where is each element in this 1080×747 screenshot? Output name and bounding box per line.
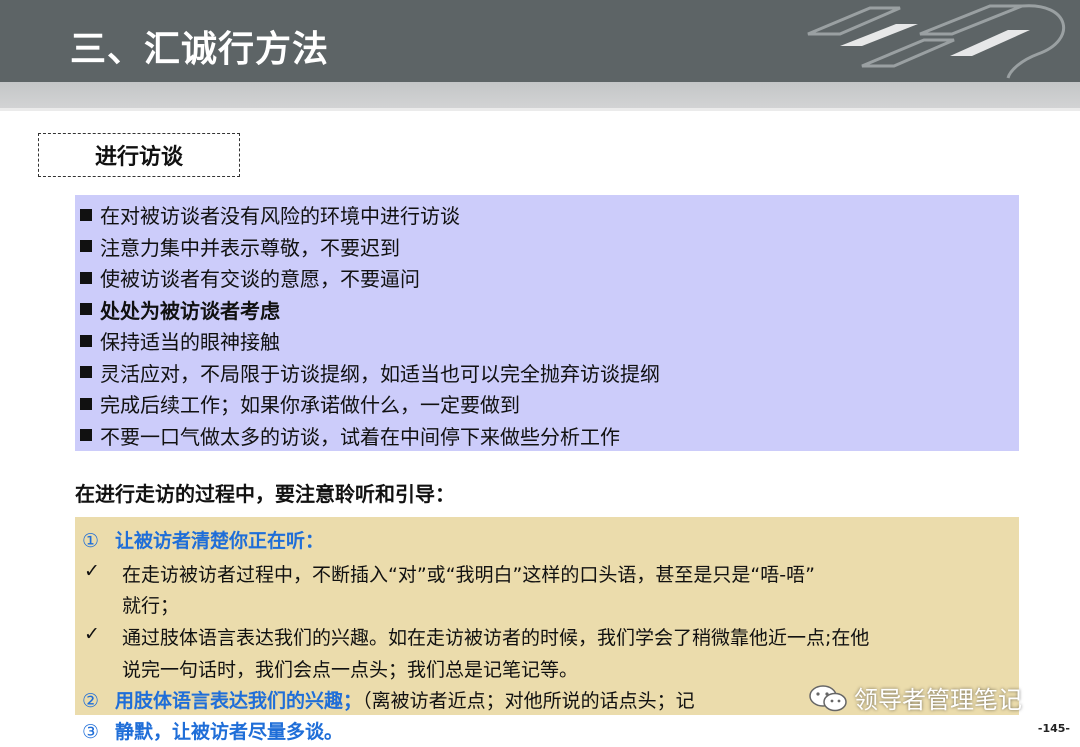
square-bullet-icon xyxy=(80,208,92,221)
square-bullet-icon xyxy=(80,334,92,347)
company-logo-mark xyxy=(807,4,1066,79)
header-divider xyxy=(0,108,1080,111)
check-icon: ✓ xyxy=(84,623,100,645)
square-bullet-icon xyxy=(80,366,92,379)
tip-item: 保持适当的眼神接触 xyxy=(80,325,1019,357)
tip-text: 完成后续工作；如果你承诺做什么，一定要做到 xyxy=(100,393,520,418)
watermark: 领导者管理笔记 xyxy=(808,680,1022,715)
listen-point-3-label: 静默，让被访者尽量多谈。 xyxy=(115,721,344,743)
circled-number-2: ② xyxy=(82,690,100,712)
tip-item: 不要一口气做太多的访谈，试着在中间停下来做些分析工作 xyxy=(80,420,1019,452)
listening-subheading: 在进行走访的过程中，要注意聆听和引导： xyxy=(75,482,455,506)
page-number: -145- xyxy=(1037,722,1070,735)
square-bullet-icon xyxy=(80,429,92,442)
listen-point-2: ② 用肢体语言表达我们的兴趣；（离被访者近点；对他所说的话点头；记 xyxy=(82,686,695,713)
tip-text: 处处为被访谈者考虑 xyxy=(100,298,280,323)
tip-text: 保持适当的眼神接触 xyxy=(100,330,280,355)
tip-item: 处处为被访谈者考虑 xyxy=(80,294,1019,326)
tip-item: 注意力集中并表示尊敬，不要迟到 xyxy=(80,231,1019,263)
interview-tips-panel: 在对被访谈者没有风险的环境中进行访谈 注意力集中并表示尊敬，不要迟到 使被访谈者… xyxy=(75,195,1019,451)
tip-item: 使被访谈者有交谈的意愿，不要逼问 xyxy=(80,262,1019,294)
page-title: 三、汇诚行方法 xyxy=(70,29,330,70)
tip-text: 在对被访谈者没有风险的环境中进行访谈 xyxy=(100,204,460,229)
square-bullet-icon xyxy=(80,240,92,253)
tip-text: 灵活应对，不局限于访谈提纲，如适当也可以完全抛弃访谈提纲 xyxy=(100,361,660,386)
tip-item: 完成后续工作；如果你承诺做什么，一定要做到 xyxy=(80,388,1019,420)
square-bullet-icon xyxy=(80,271,92,284)
section-title-box: 进行访谈 xyxy=(38,133,240,177)
listen-point-1-label: 让被访者清楚你正在听： xyxy=(115,530,325,552)
header-stripe xyxy=(0,82,1080,108)
section-title: 进行访谈 xyxy=(94,145,183,170)
tip-text: 使被访谈者有交谈的意愿，不要逼问 xyxy=(100,267,420,292)
circled-number-3: ③ xyxy=(82,721,100,743)
tip-text: 不要一口气做太多的访谈，试着在中间停下来做些分析工作 xyxy=(100,424,620,449)
wechat-icon xyxy=(809,684,847,711)
listen-point-1: ① 让被访者清楚你正在听： xyxy=(82,526,324,553)
square-bullet-icon xyxy=(80,397,92,410)
check-item-1-line1: 在走访被访者过程中，不断插入“对”或“我明白”这样的口头语，甚至是只是“唔-唔” xyxy=(122,564,815,586)
tip-item: 灵活应对，不局限于访谈提纲，如适当也可以完全抛弃访谈提纲 xyxy=(80,357,1019,389)
check-item-1-line2: 就行； xyxy=(122,595,180,617)
listen-point-2-detail: （离被访者近点；对他所说的话点头；记 xyxy=(362,690,695,712)
check-icon: ✓ xyxy=(84,560,100,582)
circled-number-1: ① xyxy=(82,530,100,552)
square-bullet-icon xyxy=(80,303,92,316)
watermark-text: 领导者管理笔记 xyxy=(854,686,1022,714)
check-item-2-line2: 说完一句话时，我们会点一点头；我们总是记笔记等。 xyxy=(122,659,579,681)
listen-point-2-label: 用肢体语言表达我们的兴趣； xyxy=(115,690,363,712)
listen-point-3: ③ 静默，让被访者尽量多谈。 xyxy=(82,717,343,744)
check-item-2-line1: 通过肢体语言表达我们的兴趣。如在走访被访者的时候，我们学会了稍微靠他近一点;在他 xyxy=(122,627,870,649)
tip-item: 在对被访谈者没有风险的环境中进行访谈 xyxy=(80,199,1019,231)
tip-text: 注意力集中并表示尊敬，不要迟到 xyxy=(100,235,400,260)
